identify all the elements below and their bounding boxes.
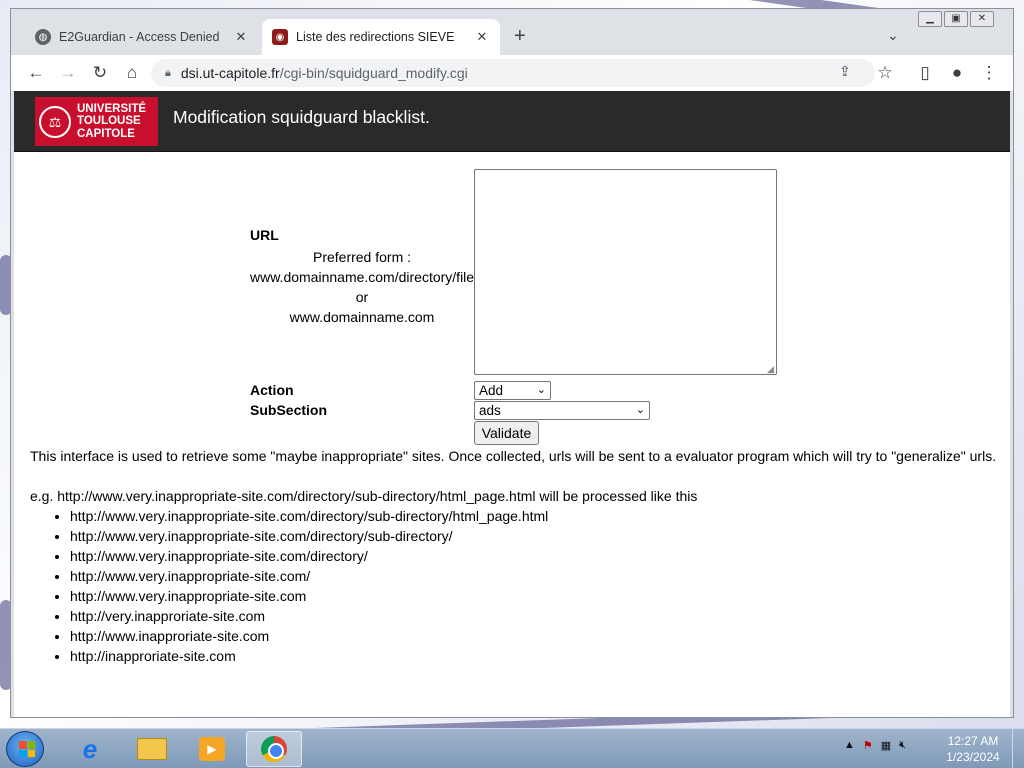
- bookmark-star-icon[interactable]: ☆: [873, 61, 897, 85]
- tab-title: E2Guardian - Access Denied: [59, 30, 220, 44]
- tab-search-chevron-icon[interactable]: ⌄: [887, 27, 899, 44]
- back-arrow-icon[interactable]: ←: [24, 61, 48, 85]
- site-header: ⚖ UNIVERSITÉ TOULOUSE CAPITOLE Modificat…: [14, 91, 1010, 152]
- share-icon[interactable]: ⇪: [839, 63, 851, 80]
- new-tab-button[interactable]: +: [514, 26, 526, 46]
- clock-time: 12:27 AM: [947, 734, 999, 748]
- system-clock[interactable]: 12:27 AM 1/23/2024: [938, 733, 1008, 765]
- show-hidden-icons-icon[interactable]: ▲: [844, 739, 855, 752]
- subsection-selected-value: ads: [479, 403, 501, 418]
- action-select[interactable]: Add ⌄: [474, 381, 551, 400]
- list-item: http://www.very.inappropriate-site.com/: [70, 566, 548, 586]
- forward-arrow-icon[interactable]: →: [56, 61, 80, 85]
- reload-icon[interactable]: ↻: [88, 61, 112, 85]
- media-player-icon: ▶: [199, 737, 225, 761]
- tab-title: Liste des redirections SIEVE: [296, 30, 455, 44]
- list-item: http://www.very.inappropriate-site.com/d…: [70, 526, 548, 546]
- close-icon[interactable]: ✕: [474, 29, 490, 45]
- address-bar[interactable]: 🔒︎ dsi.ut-capitole.fr/cgi-bin/squidguard…: [151, 59, 875, 87]
- volume-muted-icon[interactable]: 🔇︎: [899, 739, 906, 752]
- chevron-down-icon: ⌄: [635, 404, 645, 416]
- subsection-label: SubSection: [250, 402, 328, 418]
- windows-logo-icon: [19, 741, 35, 757]
- browser-toolbar: ← → ↻ ⌂ 🔒︎ dsi.ut-capitole.fr/cgi-bin/sq…: [11, 55, 1013, 91]
- page-title: Modification squidguard blacklist.: [173, 107, 430, 127]
- list-item: http://www.inapproriate-site.com: [70, 626, 548, 646]
- url-generalization-list: http://www.very.inappropriate-site.com/d…: [70, 506, 548, 666]
- more-menu-icon[interactable]: ⋮: [977, 61, 1001, 85]
- show-desktop-button[interactable]: [1012, 729, 1024, 768]
- page-content: ⚖ UNIVERSITÉ TOULOUSE CAPITOLE Modificat…: [14, 91, 1010, 717]
- close-icon[interactable]: ✕: [233, 29, 249, 45]
- seal-icon: ⚖: [39, 105, 71, 138]
- list-item: http://very.inapproriate-site.com: [70, 606, 548, 626]
- subsection-select[interactable]: ads ⌄: [474, 401, 650, 420]
- internet-explorer-icon: e: [82, 733, 98, 764]
- profile-avatar-icon[interactable]: ●: [945, 61, 969, 85]
- minimize-button[interactable]: ▁: [918, 11, 942, 27]
- university-logo[interactable]: ⚖ UNIVERSITÉ TOULOUSE CAPITOLE: [35, 97, 158, 146]
- address-host: dsi.ut-capitole.fr: [180, 65, 280, 81]
- media-player-taskbar-button[interactable]: ▶: [184, 731, 240, 767]
- tab-strip: ◍ E2Guardian - Access Denied ✕ ◉ Liste d…: [11, 9, 1013, 55]
- validate-button[interactable]: Validate: [474, 421, 539, 445]
- list-item: http://www.very.inappropriate-site.com/d…: [70, 506, 548, 526]
- chrome-taskbar-button[interactable]: [246, 731, 302, 767]
- taskbar: e ▶ ▲ ⚑ ▦ 🔇︎ 12:27 AM 1/23/2024: [0, 728, 1024, 768]
- action-label: Action: [250, 382, 294, 398]
- list-item: http://inapproriate-site.com: [70, 646, 548, 666]
- browser-window: ◍ E2Guardian - Access Denied ✕ ◉ Liste d…: [10, 8, 1014, 718]
- internet-explorer-taskbar-button[interactable]: e: [62, 731, 118, 767]
- chevron-down-icon: ⌄: [536, 384, 546, 396]
- folder-icon: [137, 738, 167, 760]
- lock-icon[interactable]: 🔒︎: [165, 67, 171, 80]
- logo-text: UNIVERSITÉ TOULOUSE CAPITOLE: [77, 102, 147, 140]
- window-controls: ▁ ▣ ✕: [916, 11, 994, 27]
- home-icon[interactable]: ⌂: [120, 61, 144, 85]
- start-button[interactable]: [6, 731, 44, 767]
- network-icon[interactable]: ▦: [881, 739, 891, 752]
- maximize-button[interactable]: ▣: [944, 11, 968, 27]
- description-text: This interface is used to retrieve some …: [30, 448, 997, 464]
- list-item: http://www.very.inappropriate-site.com/d…: [70, 546, 548, 566]
- tab-e2guardian[interactable]: ◍ E2Guardian - Access Denied ✕: [25, 19, 259, 55]
- university-favicon-icon: ◉: [272, 29, 288, 45]
- close-window-button[interactable]: ✕: [970, 11, 994, 27]
- url-label: URL: [250, 227, 279, 243]
- example-text: e.g. http://www.very.inappropriate-site.…: [30, 488, 698, 504]
- action-selected-value: Add: [479, 383, 504, 398]
- file-explorer-taskbar-button[interactable]: [124, 731, 180, 767]
- url-textarea[interactable]: [474, 169, 777, 375]
- chrome-icon: [261, 736, 287, 762]
- action-center-flag-icon[interactable]: ⚑: [863, 739, 873, 752]
- side-panel-icon[interactable]: ▯: [913, 61, 937, 85]
- resize-grip-icon[interactable]: ◢: [767, 364, 774, 375]
- address-path: /cgi-bin/squidguard_modify.cgi: [279, 65, 468, 81]
- globe-icon: ◍: [35, 29, 51, 45]
- system-tray: ▲ ⚑ ▦ 🔇︎: [844, 739, 906, 752]
- clock-date: 1/23/2024: [946, 750, 1000, 764]
- tab-liste-redirections[interactable]: ◉ Liste des redirections SIEVE ✕: [262, 19, 500, 55]
- preferred-form-hint: Preferred form : www.domainname.com/dire…: [250, 249, 475, 325]
- list-item: http://www.very.inappropriate-site.com: [70, 586, 548, 606]
